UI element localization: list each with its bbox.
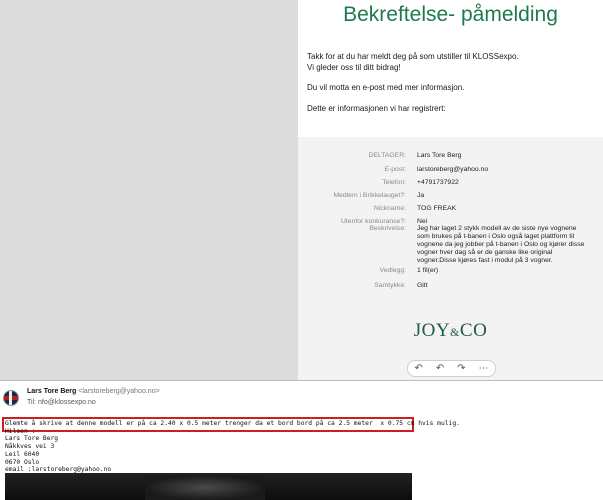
attached-photo[interactable] — [5, 473, 412, 500]
detail-label: Beskrivelse: — [369, 225, 406, 232]
detail-value: Ja — [417, 192, 425, 199]
detail-value: Gitt — [417, 282, 428, 289]
forward-icon[interactable]: ↷ — [457, 363, 465, 374]
detail-value: TOG FREAK — [417, 205, 457, 212]
sender-line: Lars Tore Berg <larstoreberg@yahoo.no> — [27, 388, 160, 395]
detail-label: Nickname: — [373, 205, 406, 212]
reply-all-icon[interactable]: ↶ — [436, 363, 444, 374]
detail-label: Medlem i Brikkelauget?: — [333, 192, 406, 199]
sender-name[interactable]: Lars Tore Berg — [27, 388, 76, 395]
intro-line: Du vil motta en e-post med mer informasj… — [307, 83, 465, 92]
registration-details: DELTAGER: Lars Tore Berg E-post: larstor… — [298, 137, 603, 380]
section-divider — [0, 380, 603, 381]
highlighted-sentence: Glemte å skrive at denne modell er på ca… — [5, 420, 460, 427]
intro-line: Dette er informasjonen vi har registrert… — [307, 103, 446, 113]
detail-value: +4791737922 — [417, 179, 459, 186]
email-body: Glemte å skrive at denne modell er på ca… — [5, 420, 460, 474]
avatar[interactable] — [3, 390, 19, 406]
reply-icon[interactable]: ↶ — [414, 363, 422, 374]
detail-label: E-post: — [384, 166, 406, 173]
page-title: Bekreftelse- påmelding — [343, 3, 558, 26]
recipient-line: Til: nfo@klossexpo.no — [27, 399, 96, 406]
message-toolbar: ↶ ↶ ↷ ⋯ — [407, 360, 496, 377]
image-placeholder — [0, 0, 298, 380]
signature: Hilsen : Lars Tore Berg Nåkkves vei 3 Le… — [5, 427, 112, 474]
email-message: Lars Tore Berg <larstoreberg@yahoo.no> T… — [0, 382, 603, 500]
confirmation-header: Bekreftelse- påmelding Takk for at du ha… — [298, 0, 603, 137]
intro-line: Vi gleder oss til ditt bidrag! — [307, 62, 401, 72]
sender-address: <larstoreberg@yahoo.no> — [78, 388, 160, 395]
detail-label: Samtykke: — [374, 282, 406, 289]
detail-value: Lars Tore Berg — [417, 152, 462, 159]
attachment-link[interactable]: 1 fil(er) — [417, 267, 599, 275]
detail-label: Vedlegg: — [379, 267, 406, 274]
intro-text: Takk for at du har meldt deg på som utst… — [307, 52, 597, 114]
more-icon[interactable]: ⋯ — [479, 363, 489, 374]
detail-label: DELTAGER: — [368, 152, 406, 159]
detail-value: larstoreberg@yahoo.no — [417, 166, 489, 173]
recipient-address[interactable]: nfo@klossexpo.no — [38, 399, 96, 406]
detail-value: Jeg har laget 2 stykk modell av de siste… — [417, 225, 585, 264]
to-label: Til: — [27, 399, 37, 406]
intro-line: Takk for at du har meldt deg på som utst… — [307, 52, 519, 61]
detail-label: Telefon: — [382, 179, 406, 186]
joy-co-logo: JOY&CO — [413, 320, 488, 341]
